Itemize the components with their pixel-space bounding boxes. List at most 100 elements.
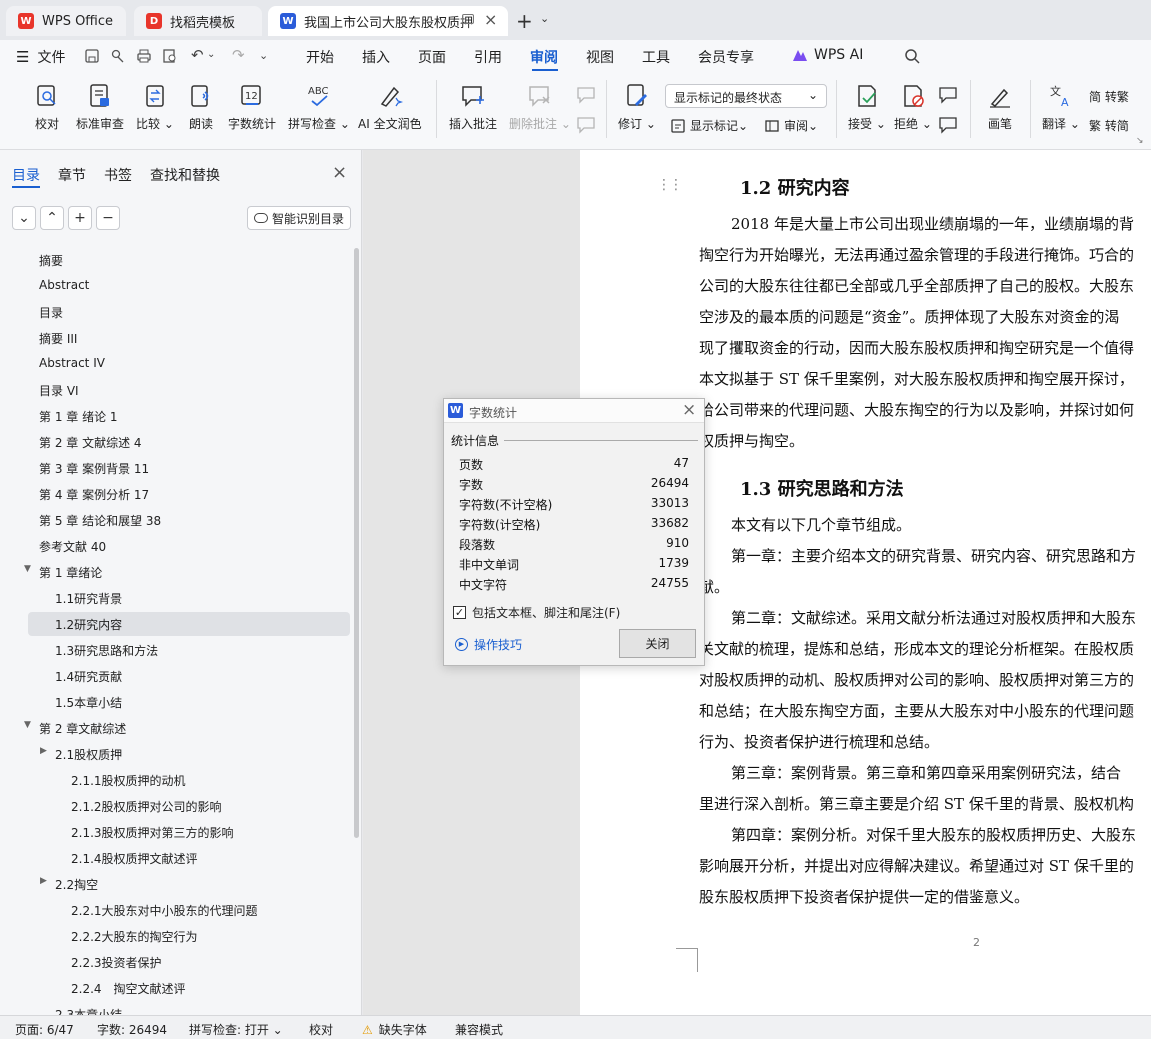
more-chevron-icon[interactable]: ⌄ bbox=[259, 49, 268, 62]
toc-item[interactable]: 2.1.1股权质押的动机 bbox=[71, 772, 186, 789]
accept-chevron-icon[interactable]: ⌄ bbox=[872, 117, 886, 131]
toc-item[interactable]: 第 1 章绪论 bbox=[39, 564, 102, 581]
track-changes-button[interactable]: 修订 ⌄ bbox=[618, 82, 656, 132]
translate-button[interactable]: 文A 翻译 ⌄ bbox=[1042, 82, 1080, 132]
menu-tools[interactable]: 工具 bbox=[642, 47, 670, 67]
toc-item[interactable]: 第 5 章 结论和展望 38 bbox=[39, 512, 161, 529]
toc-item[interactable]: 2.1股权质押 bbox=[55, 746, 122, 763]
reject-chevron-icon[interactable]: ⌄ bbox=[918, 117, 932, 131]
track-changes-chevron-icon[interactable]: ⌄ bbox=[642, 117, 656, 131]
toc-item[interactable]: 摘要 bbox=[39, 252, 63, 269]
compare-button[interactable]: 比较 ⌄ bbox=[136, 82, 174, 132]
toc-item[interactable]: 第 2 章文献综述 bbox=[39, 720, 126, 737]
spell-check-chevron-icon[interactable]: ⌄ bbox=[336, 117, 350, 131]
tab-docer-templates[interactable]: D 找稻壳模板 bbox=[134, 6, 262, 36]
print-icon[interactable] bbox=[136, 48, 152, 64]
smart-toc-button[interactable]: 智能识别目录 bbox=[247, 206, 351, 230]
read-aloud-button[interactable]: 朗读 bbox=[187, 82, 215, 132]
print-preview-icon[interactable] bbox=[162, 48, 178, 64]
close-tab-icon[interactable]: × bbox=[484, 10, 497, 29]
remove-heading-button[interactable]: − bbox=[96, 206, 120, 230]
previous-comment-icon[interactable] bbox=[576, 86, 596, 104]
menu-insert[interactable]: 插入 bbox=[362, 47, 390, 67]
toc-item[interactable]: 第 3 章 案例背景 11 bbox=[39, 460, 149, 477]
toc-item[interactable]: 第 2 章 文献综述 4 bbox=[39, 434, 142, 451]
spell-check-button[interactable]: ABC 拼写检查 ⌄ bbox=[288, 82, 350, 132]
include-textboxes-checkbox[interactable]: ✓ 包括文本框、脚注和尾注(F) bbox=[453, 604, 620, 621]
word-count-button[interactable]: 12 字数统计 bbox=[228, 82, 276, 132]
toc-item[interactable]: Abstract IV bbox=[39, 356, 105, 370]
search-icon[interactable] bbox=[904, 48, 920, 64]
delete-comment-chevron-icon[interactable]: ⌄ bbox=[557, 117, 571, 131]
toc-item[interactable]: 1.5本章小结 bbox=[55, 694, 122, 711]
accept-button[interactable]: 接受 ⌄ bbox=[848, 82, 886, 132]
tab-document[interactable]: W 我国上市公司大股东股权质押 × bbox=[268, 6, 508, 36]
page-indicator[interactable]: 页面: 6/47 bbox=[15, 1021, 74, 1038]
toc-item[interactable]: 1.1研究背景 bbox=[55, 590, 122, 607]
toc-item[interactable]: 1.4研究贡献 bbox=[55, 668, 122, 685]
to-traditional-button[interactable]: 简 转繁 bbox=[1089, 88, 1129, 105]
dialog-close-button[interactable]: 关闭 bbox=[619, 629, 696, 658]
tab-toc[interactable]: 目录 bbox=[12, 165, 40, 185]
missing-font-status[interactable]: ⚠ 缺失字体 bbox=[362, 1021, 427, 1038]
menu-home[interactable]: 开始 bbox=[306, 47, 334, 67]
toc-item[interactable]: 2.2.1大股东对中小股东的代理问题 bbox=[71, 902, 258, 919]
translate-chevron-icon[interactable]: ⌄ bbox=[1066, 117, 1080, 131]
drag-handle-icon[interactable]: ⋮⋮ bbox=[657, 177, 683, 193]
proofread-button[interactable]: 校对 bbox=[33, 82, 61, 132]
compare-chevron-icon[interactable]: ⌄ bbox=[160, 117, 174, 131]
toc-item[interactable]: 1.2研究内容 bbox=[55, 616, 122, 633]
tab-wps-office[interactable]: W WPS Office bbox=[6, 6, 126, 36]
close-pane-icon[interactable]: × bbox=[332, 162, 347, 183]
proof-status[interactable]: 校对 bbox=[309, 1021, 333, 1038]
menu-page[interactable]: 页面 bbox=[418, 47, 446, 67]
previous-change-icon[interactable] bbox=[938, 86, 958, 104]
delete-comment-button[interactable]: 删除批注 ⌄ bbox=[509, 82, 571, 132]
markup-display-select[interactable]: 显示标记的最终状态 ⌄ bbox=[665, 84, 827, 108]
toc-item[interactable]: 1.3研究思路和方法 bbox=[55, 642, 158, 659]
new-tab-icon[interactable]: + bbox=[516, 9, 533, 33]
window-icon[interactable] bbox=[462, 14, 474, 24]
menu-membership[interactable]: 会员专享 bbox=[698, 47, 754, 67]
toc-item[interactable]: 摘要 III bbox=[39, 330, 77, 347]
tips-link[interactable]: ▶ 操作技巧 bbox=[455, 636, 522, 653]
ai-polish-button[interactable]: AI 全文润色 bbox=[358, 82, 422, 132]
reject-button[interactable]: 拒绝 ⌄ bbox=[894, 82, 932, 132]
next-comment-icon[interactable] bbox=[576, 116, 596, 134]
toc-item[interactable]: 目录 bbox=[39, 304, 63, 321]
undo-chevron-icon[interactable]: ⌄ bbox=[207, 49, 215, 60]
toc-item[interactable]: 参考文献 40 bbox=[39, 538, 106, 555]
menu-view[interactable]: 视图 bbox=[586, 47, 614, 67]
sidebar-scrollbar[interactable] bbox=[354, 248, 359, 838]
toc-item[interactable]: 2.2掏空 bbox=[55, 876, 98, 893]
review-pane-button[interactable]: 审阅 ⌄ bbox=[764, 117, 818, 134]
wps-ai-button[interactable]: WPS AI bbox=[792, 47, 863, 63]
toc-item[interactable]: 目录 VI bbox=[39, 382, 79, 399]
menu-references[interactable]: 引用 bbox=[474, 47, 502, 67]
to-simplified-button[interactable]: 繁 转简 bbox=[1089, 117, 1129, 134]
toc-item[interactable]: 第 1 章 绪论 1 bbox=[39, 408, 118, 425]
dialog-close-icon[interactable]: × bbox=[682, 400, 696, 420]
ribbon-expand-icon[interactable]: ↘ bbox=[1136, 136, 1144, 146]
tab-chapters[interactable]: 章节 bbox=[58, 165, 86, 185]
standard-review-button[interactable]: 标准审查 bbox=[76, 82, 124, 132]
toc-item[interactable]: 2.2.2大股东的掏空行为 bbox=[71, 928, 198, 945]
add-heading-button[interactable]: + bbox=[68, 206, 92, 230]
toc-item[interactable]: 2.1.2股权质押对公司的影响 bbox=[71, 798, 222, 815]
show-markup-button[interactable]: 显示标记 ⌄ bbox=[670, 117, 748, 134]
brush-button[interactable]: 画笔 bbox=[986, 82, 1014, 132]
caret-right-icon[interactable]: ▶ bbox=[40, 876, 47, 886]
word-count-indicator[interactable]: 字数: 26494 bbox=[97, 1021, 167, 1038]
toc-item[interactable]: Abstract bbox=[39, 278, 89, 292]
redo-icon[interactable]: ↷ bbox=[232, 46, 245, 64]
next-change-icon[interactable] bbox=[938, 116, 958, 134]
caret-down-icon[interactable]: ▼ bbox=[24, 720, 31, 730]
menu-review[interactable]: 审阅 bbox=[530, 47, 558, 67]
toc-item[interactable]: 2.2.3投资者保护 bbox=[71, 954, 162, 971]
toc-item[interactable]: 2.1.3股权质押对第三方的影响 bbox=[71, 824, 234, 841]
tab-find-replace[interactable]: 查找和替换 bbox=[150, 165, 220, 185]
tab-list-chevron-icon[interactable]: ⌄ bbox=[540, 12, 549, 25]
tab-bookmarks[interactable]: 书签 bbox=[104, 165, 132, 185]
undo-icon[interactable]: ↶ bbox=[191, 46, 204, 64]
collapse-all-button[interactable]: ⌄ bbox=[12, 206, 36, 230]
